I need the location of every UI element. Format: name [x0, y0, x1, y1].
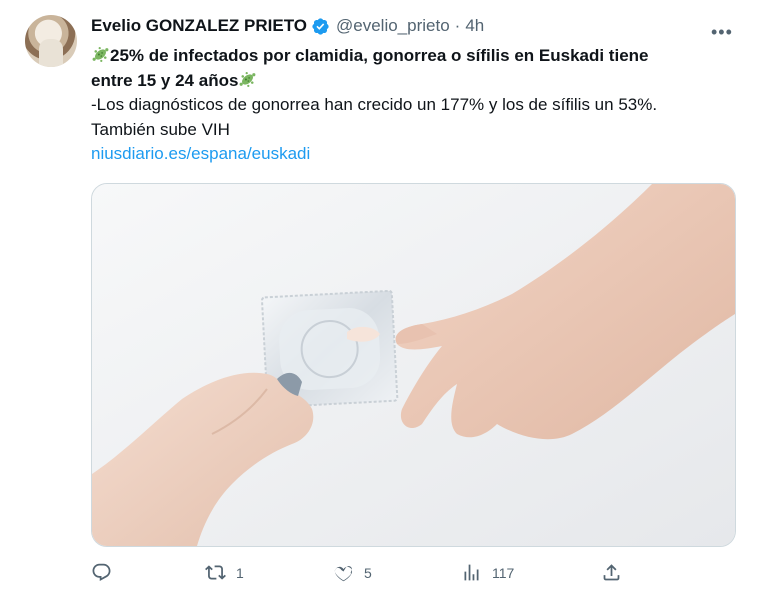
- tweet-timestamp[interactable]: 4h: [465, 16, 484, 36]
- share-button[interactable]: [601, 562, 622, 583]
- reply-button[interactable]: [91, 562, 122, 583]
- tweet-actions: 1 5 117: [91, 562, 731, 588]
- microbe-icon: [92, 47, 109, 62]
- headline-line-2: entre 15 y 24 años: [91, 69, 741, 94]
- hands-holding-condom-photo: [92, 184, 735, 546]
- author-name[interactable]: Evelio GONZALEZ PRIETO: [91, 16, 307, 36]
- avatar-figure: [39, 39, 63, 67]
- body-line-2: También sube VIH: [91, 119, 230, 139]
- microbe-icon: [240, 71, 256, 87]
- share-icon: [603, 564, 620, 581]
- headline-text-2: entre 15 y 24 años: [91, 70, 239, 90]
- tweet-media-image[interactable]: [91, 183, 736, 547]
- like-count: 5: [364, 564, 372, 581]
- reply-icon: [92, 563, 111, 581]
- views-icon: [464, 564, 479, 581]
- more-icon[interactable]: •••: [711, 22, 733, 43]
- retweet-icon: [205, 565, 226, 580]
- verified-badge-icon: [312, 17, 329, 35]
- tweet-header: Evelio GONZALEZ PRIETO @evelio_prieto · …: [91, 16, 484, 36]
- article-link[interactable]: niusdiario.es/espana/euskadi: [91, 142, 741, 167]
- headline-text-1: 25% de infectados por clamidia, gonorrea…: [110, 46, 649, 65]
- tweet-text: 25% de infectados por clamidia, gonorrea…: [91, 44, 741, 167]
- heart-icon: [334, 566, 353, 582]
- separator-dot: ·: [454, 16, 461, 35]
- views-button[interactable]: 117: [461, 562, 514, 583]
- author-handle[interactable]: @evelio_prieto: [336, 16, 450, 36]
- author-avatar[interactable]: [25, 15, 77, 67]
- views-count: 117: [492, 564, 515, 581]
- retweet-count: 1: [236, 564, 244, 581]
- headline-line-1: 25% de infectados por clamidia, gonorrea…: [91, 44, 741, 69]
- retweet-button[interactable]: 1: [205, 562, 244, 583]
- like-button[interactable]: 5: [333, 562, 372, 583]
- body-line-1: -Los diagnósticos de gonorrea han crecid…: [91, 95, 658, 114]
